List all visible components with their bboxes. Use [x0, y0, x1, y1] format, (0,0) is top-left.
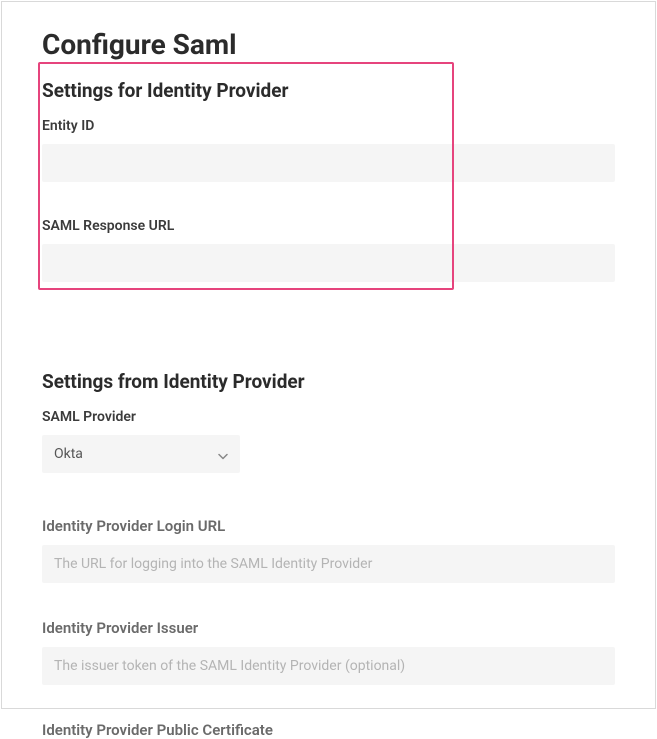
section-title-from: Settings from Identity Provider — [42, 370, 615, 393]
saml-response-url-input[interactable] — [42, 244, 615, 282]
idp-cert-label: Identity Provider Public Certificate — [42, 721, 615, 739]
saml-provider-label: SAML Provider — [42, 409, 615, 425]
entity-id-label: Entity ID — [42, 118, 615, 134]
idp-login-url-label: Identity Provider Login URL — [42, 517, 615, 535]
page-title: Configure Saml — [42, 28, 615, 61]
saml-response-url-label: SAML Response URL — [42, 218, 615, 234]
idp-issuer-input[interactable] — [42, 647, 615, 685]
section-identity-provider-for: Settings for Identity Provider Entity ID… — [42, 79, 615, 316]
idp-issuer-label: Identity Provider Issuer — [42, 619, 615, 637]
idp-login-url-input[interactable] — [42, 545, 615, 583]
entity-id-input[interactable] — [42, 144, 615, 182]
saml-provider-select-wrapper: Okta — [42, 435, 240, 473]
section-identity-provider-from: Settings from Identity Provider SAML Pro… — [42, 370, 615, 739]
section-title-for: Settings for Identity Provider — [42, 79, 615, 102]
saml-provider-select[interactable]: Okta — [42, 435, 240, 473]
